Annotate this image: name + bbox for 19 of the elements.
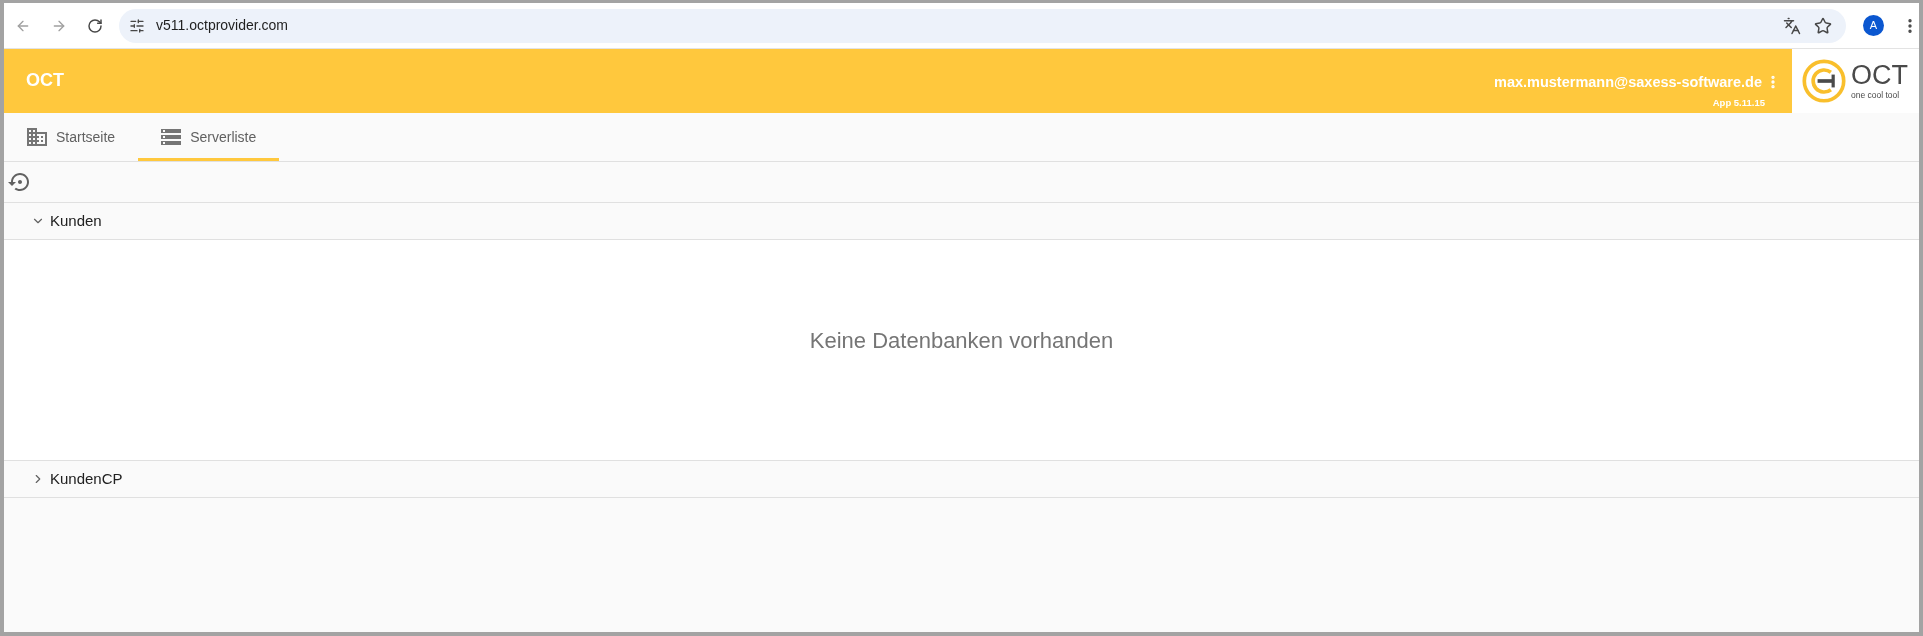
url-text: v511.octprovider.com bbox=[156, 16, 289, 35]
restore-icon[interactable] bbox=[8, 173, 29, 191]
address-bar[interactable]: v511.octprovider.com bbox=[119, 8, 1846, 43]
profile-avatar[interactable]: A bbox=[1863, 15, 1884, 36]
tab[interactable]: Startseite bbox=[4, 113, 139, 161]
user-email: max.mustermann@saxess-software.de bbox=[1494, 73, 1762, 91]
server-list-icon bbox=[161, 129, 182, 145]
logo-wordmark: OCT bbox=[1851, 62, 1908, 88]
tab[interactable]: Serverliste bbox=[138, 113, 280, 161]
star-icon[interactable] bbox=[1814, 16, 1832, 35]
sliders-icon[interactable] bbox=[129, 17, 145, 34]
logo-tagline: one cool tool bbox=[1851, 90, 1901, 100]
building-icon bbox=[27, 127, 47, 147]
app-version: App 5.11.15 bbox=[1712, 97, 1765, 109]
reload-icon[interactable] bbox=[87, 17, 103, 34]
app-title: OCT bbox=[26, 69, 64, 92]
translate-icon[interactable] bbox=[1783, 16, 1801, 35]
logo-icon bbox=[1802, 59, 1846, 103]
empty-message: Keine Datenbanken vorhanden bbox=[809, 327, 1114, 355]
